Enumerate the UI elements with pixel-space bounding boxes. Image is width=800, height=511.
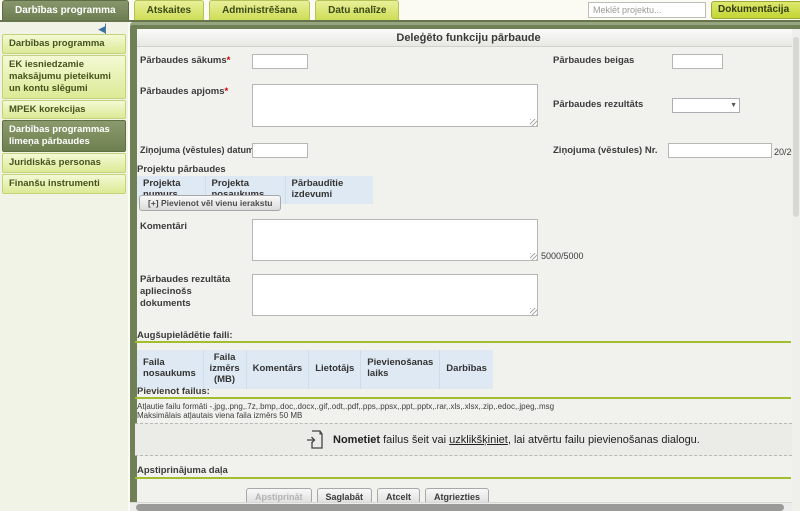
parbaudes-apjoms-textarea[interactable] xyxy=(252,84,538,127)
tab-darbibas-programma[interactable]: Darbības programma xyxy=(2,0,129,20)
search-input[interactable] xyxy=(588,2,706,18)
sidebar-menu: Darbības programma EK iesniedzamie maksā… xyxy=(2,34,126,195)
top-navigation-bar: Darbības programma Atskaites Administrēš… xyxy=(0,0,800,20)
section-divider xyxy=(135,397,791,399)
zinojuma-nr-input[interactable] xyxy=(668,143,772,158)
sidebar-item-ek-iesniedzamie[interactable]: EK iesniedzamie maksājumu pieteikumi un … xyxy=(2,55,126,99)
col-pievienosanas-laiks[interactable]: Pievienošanas laiks xyxy=(361,350,440,389)
uploaded-files-title: Augšupielādētie faili: xyxy=(137,330,233,341)
col-komentars[interactable]: Komentārs xyxy=(246,350,309,389)
apliecinoss-dokuments-textarea[interactable] xyxy=(252,274,538,316)
dropzone-click-link[interactable]: uzklikšķiniet xyxy=(449,434,508,446)
parbaudes-sakums-label: Pārbaudes sākums* xyxy=(140,55,230,67)
vertical-scrollbar-thumb[interactable] xyxy=(793,37,799,217)
komentari-label: Komentāri xyxy=(140,221,187,233)
allowed-formats-text: Atļautie failu formāti -.jpg,.png,.7z,.b… xyxy=(137,402,554,411)
sidebar-item-finansu-instrumenti[interactable]: Finanšu instrumenti xyxy=(2,174,126,194)
tab-atskaites[interactable]: Atskaites xyxy=(134,0,204,20)
zinojuma-datums-label: Ziņojuma (vēstules) datums xyxy=(140,145,259,156)
dropzone-content: Nometiet failus šeit vai uzklikšķiniet, … xyxy=(307,430,700,450)
komentari-counter: 5000/5000 xyxy=(541,251,584,261)
tab-administresana[interactable]: Administrēšana xyxy=(209,0,310,20)
page-title: Deleģēto funkciju pārbaude xyxy=(137,29,800,47)
section-divider xyxy=(135,341,791,343)
add-files-title: Pievienot failus: xyxy=(137,386,210,397)
sidebar: ◀▏ Darbības programma EK iesniedzamie ma… xyxy=(0,22,128,511)
resize-grip-icon[interactable] xyxy=(530,253,537,260)
resize-grip-icon[interactable] xyxy=(530,119,537,126)
parbaudes-apjoms-label-text: Pārbaudes apjoms xyxy=(140,86,224,97)
projektu-parbaudes-title: Projektu pārbaudes xyxy=(137,164,226,175)
parbaudes-apjoms-label: Pārbaudes apjoms* xyxy=(140,86,228,98)
horizontal-scrollbar[interactable] xyxy=(130,502,800,511)
sidebar-item-darbibas-programma[interactable]: Darbības programma xyxy=(2,34,126,54)
dropzone-text-bold: Nometiet xyxy=(333,434,380,446)
add-record-button[interactable]: [+] Pievienot vēl vienu ierakstu xyxy=(139,195,281,211)
documentation-button[interactable]: Dokumentācija xyxy=(711,1,800,19)
parbaudes-rezultats-select[interactable]: ▼ xyxy=(672,98,740,113)
chevron-down-icon: ▼ xyxy=(730,102,737,109)
panel-border-sheen xyxy=(130,22,800,25)
file-import-icon xyxy=(307,430,323,450)
confirmation-section-title: Apstiprinājuma daļa xyxy=(137,465,228,476)
col-faila-nosaukums[interactable]: Faila nosaukums xyxy=(137,350,203,389)
app-window: Darbības programma Atskaites Administrēš… xyxy=(0,0,800,511)
vertical-scrollbar[interactable] xyxy=(792,29,800,511)
komentari-textarea[interactable] xyxy=(252,219,538,261)
zinojuma-nr-label: Ziņojuma (vēstules) Nr. xyxy=(553,145,658,157)
parbaudes-rezultats-label: Pārbaudes rezultāts xyxy=(553,99,643,111)
parbaudes-sakums-label-text: Pārbaudes sākums xyxy=(140,55,227,66)
sidebar-item-mpek-korekcijas[interactable]: MPEK korekcijas xyxy=(2,100,126,120)
col-darbibas[interactable]: Darbības xyxy=(440,350,493,389)
horizontal-scrollbar-thumb[interactable] xyxy=(136,504,784,511)
sidebar-item-juridiskas-personas[interactable]: Juridiskās personas xyxy=(2,153,126,173)
parbaudes-sakums-input[interactable] xyxy=(252,54,308,69)
section-divider xyxy=(135,477,791,479)
apliecinoss-dokuments-label: Pārbaudes rezultāta apliecinošs dokument… xyxy=(140,274,242,310)
sidebar-collapse-icon[interactable]: ◀▏ xyxy=(98,25,112,34)
sidebar-item-limena-parbaudes[interactable]: Darbības programmas līmeņa pārbaudes xyxy=(2,120,126,152)
dropzone-text-suffix: , lai atvērtu failu pievienošanas dialog… xyxy=(508,434,700,446)
resize-grip-icon[interactable] xyxy=(530,308,537,315)
dropzone-text: Nometiet failus šeit vai uzklikšķiniet, … xyxy=(333,434,700,446)
main-tabs: Darbības programma Atskaites Administrēš… xyxy=(2,0,399,20)
required-marker: * xyxy=(227,55,231,66)
col-parbauditie-izdevumi[interactable]: Pārbaudītie izdevumi xyxy=(285,176,373,204)
parbaudes-beigas-label: Pārbaudes beigas xyxy=(553,55,634,67)
tab-datu-analize[interactable]: Datu analīze xyxy=(315,0,399,20)
zinojuma-datums-input[interactable] xyxy=(252,143,308,158)
dropzone-text-middle: failus šeit vai xyxy=(380,434,449,446)
col-faila-izmers[interactable]: Faila izmērs (MB) xyxy=(203,350,246,389)
uploaded-files-table: Faila nosaukums Faila izmērs (MB) Koment… xyxy=(137,350,493,389)
required-marker: * xyxy=(224,86,228,97)
max-size-text: Maksimālais atļautais viena faila izmērs… xyxy=(137,411,302,420)
col-lietotajs[interactable]: Lietotājs xyxy=(309,350,361,389)
parbaudes-beigas-input[interactable] xyxy=(672,54,723,69)
file-dropzone[interactable]: Nometiet failus šeit vai uzklikšķiniet, … xyxy=(135,423,792,456)
